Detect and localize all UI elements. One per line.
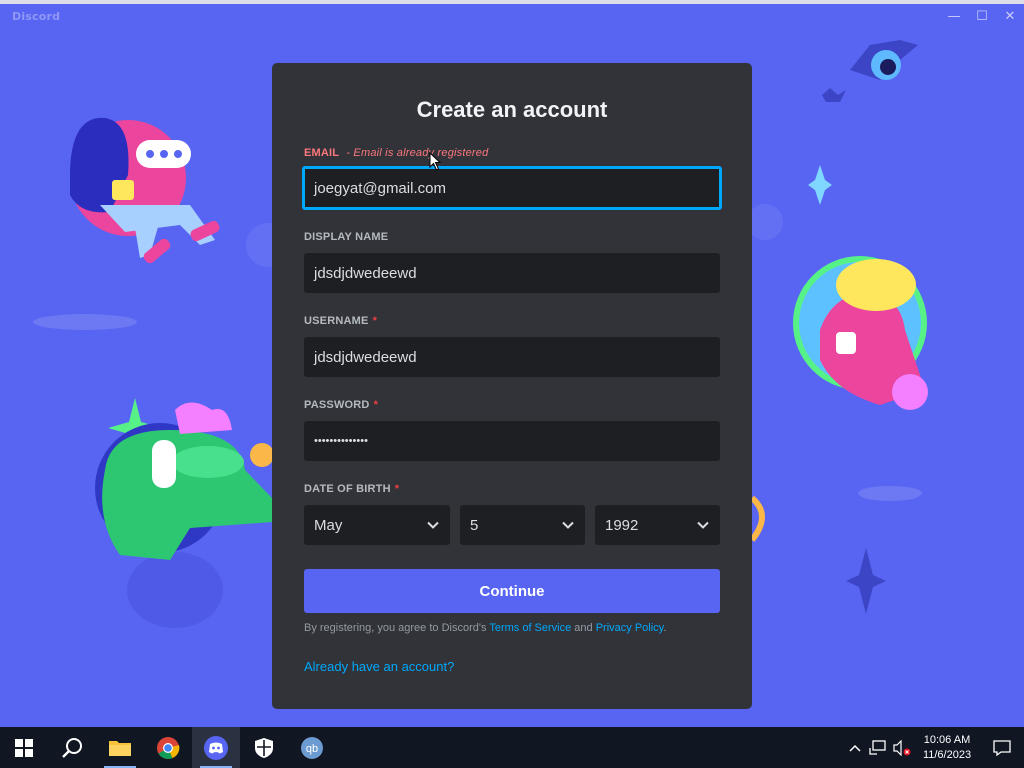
- file-explorer-button[interactable]: [96, 727, 144, 768]
- windows-icon: [15, 738, 33, 757]
- required-asterisk: *: [394, 483, 400, 495]
- continue-button[interactable]: Continue: [304, 569, 720, 613]
- terms-suffix: .: [663, 622, 667, 634]
- email-error-message: - Email is already registered: [346, 147, 489, 159]
- display-name-label: DISPLAY NAME: [304, 231, 388, 243]
- chevron-down-icon: [562, 521, 574, 529]
- display-name-field[interactable]: jdsdjdwedeewd: [304, 253, 720, 293]
- required-asterisk: *: [373, 399, 379, 411]
- taskbar: qb 10:06 AM 11/6/2023: [0, 727, 1024, 768]
- chevron-down-icon: [697, 521, 709, 529]
- shield-icon: [255, 737, 273, 758]
- taskbar-clock[interactable]: 10:06 AM 11/6/2023: [914, 733, 980, 763]
- qbittorrent-button[interactable]: qb: [288, 727, 336, 768]
- email-field[interactable]: joegyat@gmail.com: [302, 166, 722, 210]
- month-select[interactable]: May: [304, 505, 450, 545]
- terms-of-service-link[interactable]: Terms of Service: [489, 622, 571, 634]
- search-button[interactable]: [48, 727, 96, 768]
- password-label-text: PASSWORD: [304, 399, 370, 411]
- search-icon: [62, 737, 82, 758]
- day-select[interactable]: 5: [460, 505, 585, 545]
- username-label-text: USERNAME: [304, 315, 369, 327]
- start-button[interactable]: [0, 727, 48, 768]
- show-hidden-icons-button[interactable]: [844, 727, 866, 768]
- register-card: Create an account EMAIL - Email is alrea…: [272, 63, 752, 709]
- network-button[interactable]: [866, 727, 890, 768]
- mouse-cursor-icon: [429, 152, 442, 171]
- privacy-policy-link[interactable]: Privacy Policy: [596, 622, 664, 634]
- chrome-icon: [157, 736, 180, 759]
- system-tray: 10:06 AM 11/6/2023: [844, 727, 1024, 768]
- clock-date: 11/6/2023: [922, 748, 972, 761]
- discord-taskbar-button[interactable]: [192, 727, 240, 768]
- username-field[interactable]: jdsdjdwedeewd: [304, 337, 720, 377]
- password-field[interactable]: ••••••••••••••: [304, 421, 720, 461]
- discord-icon: [204, 735, 228, 760]
- folder-icon: [109, 740, 131, 756]
- email-label: EMAIL - Email is already registered: [304, 147, 488, 159]
- email-label-text: EMAIL: [304, 147, 340, 159]
- security-button[interactable]: [240, 727, 288, 768]
- page-title: Create an account: [416, 97, 608, 122]
- password-field-value: ••••••••••••••: [314, 435, 368, 447]
- terms-and: and: [571, 622, 596, 634]
- chevron-down-icon: [427, 521, 439, 529]
- notification-icon: [993, 739, 1011, 756]
- username-label: USERNAME *: [304, 315, 377, 327]
- login-link[interactable]: Already have an account?: [304, 659, 454, 674]
- volume-muted-icon: [893, 739, 911, 756]
- svg-text:qb: qb: [306, 743, 318, 755]
- chevron-up-icon: [849, 744, 861, 752]
- chrome-button[interactable]: [144, 727, 192, 768]
- clock-time: 10:06 AM: [923, 733, 971, 746]
- dob-label: DATE OF BIRTH *: [304, 483, 399, 495]
- month-select-value: May: [314, 516, 343, 534]
- notifications-button[interactable]: [980, 727, 1024, 768]
- password-label: PASSWORD *: [304, 399, 378, 411]
- network-icon: [869, 739, 886, 755]
- username-field-value: jdsdjdwedeewd: [314, 348, 417, 366]
- year-select-value: 1992: [605, 516, 639, 534]
- day-select-value: 5: [470, 516, 479, 534]
- display-name-label-text: DISPLAY NAME: [304, 231, 389, 243]
- required-asterisk: *: [372, 315, 378, 327]
- terms-prefix: By registering, you agree to Discord's: [304, 622, 490, 634]
- dob-label-text: DATE OF BIRTH: [304, 483, 391, 495]
- discord-window: Discord — ☐ ✕ Create an account EMAIL - …: [0, 0, 1024, 727]
- terms-text: By registering, you agree to Discord's T…: [304, 622, 666, 634]
- email-field-value: joegyat@gmail.com: [314, 179, 446, 197]
- year-select[interactable]: 1992: [595, 505, 720, 545]
- volume-button[interactable]: [890, 727, 914, 768]
- qbittorrent-icon: qb: [301, 736, 323, 759]
- display-name-field-value: jdsdjdwedeewd: [314, 264, 417, 282]
